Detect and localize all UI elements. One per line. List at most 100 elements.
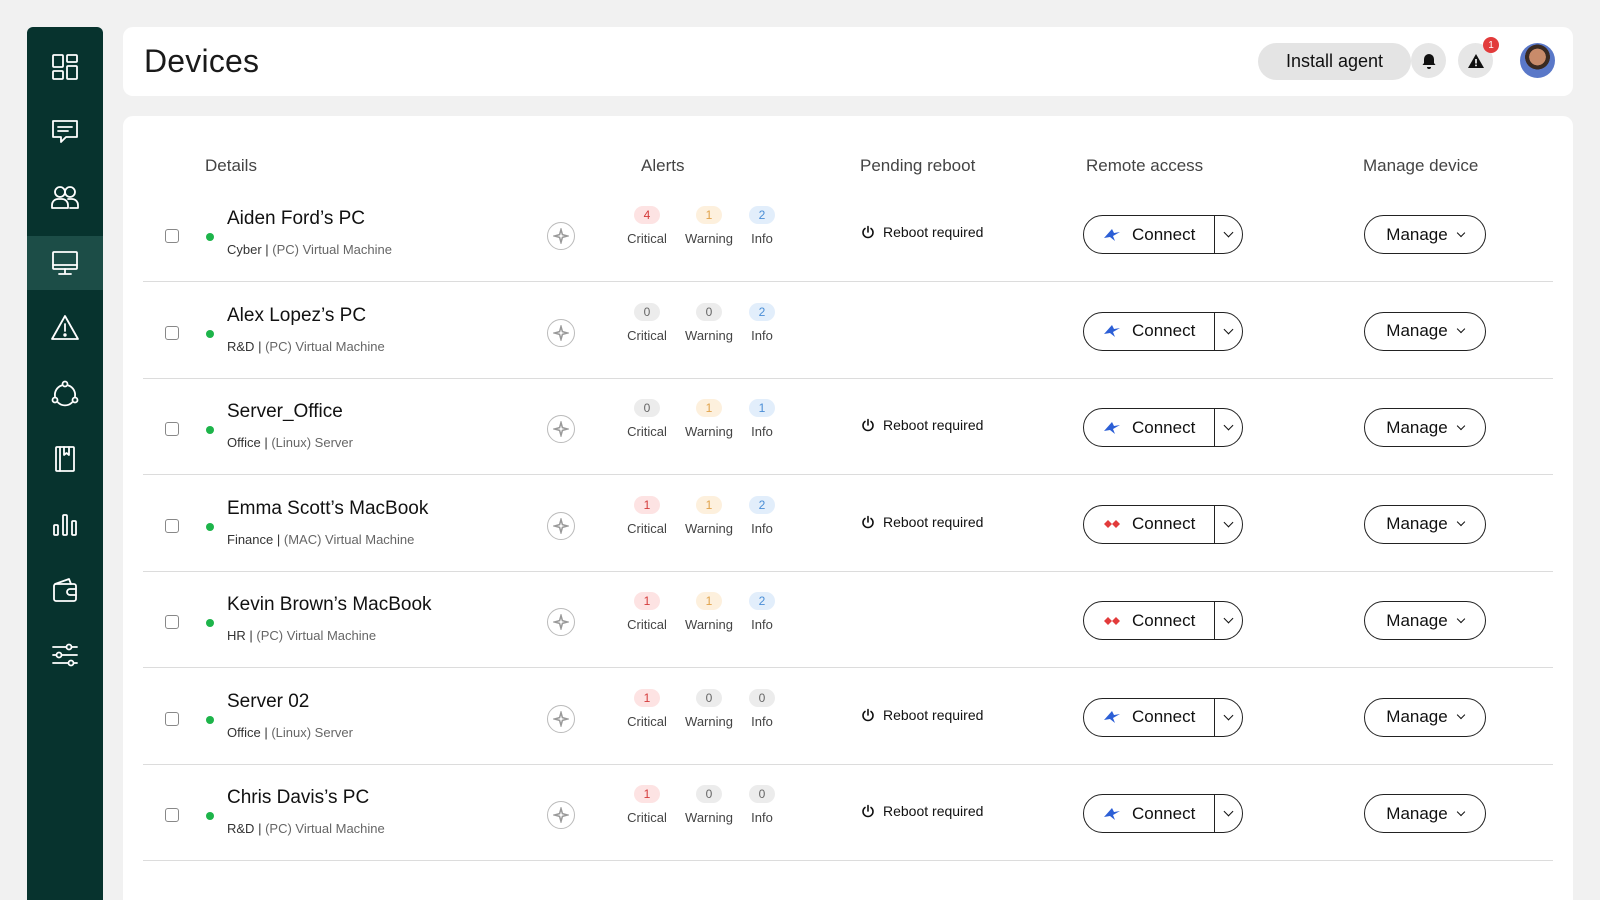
manage-button[interactable]: Manage bbox=[1364, 794, 1486, 833]
alert-warning: 1 Warning bbox=[679, 206, 739, 246]
connect-button[interactable]: Connect bbox=[1084, 216, 1214, 253]
ai-assist-button[interactable] bbox=[547, 801, 575, 829]
sidebar-item-dashboard[interactable] bbox=[27, 40, 103, 94]
sparkle-icon bbox=[553, 614, 569, 630]
connect-dropdown-button[interactable] bbox=[1214, 505, 1242, 543]
connect-button[interactable]: Connect bbox=[1084, 409, 1214, 446]
critical-count: 1 bbox=[634, 592, 660, 610]
sidebar-item-network[interactable] bbox=[27, 367, 103, 421]
bar-chart-icon bbox=[53, 514, 77, 536]
power-icon bbox=[862, 418, 874, 432]
connect-dropdown-button[interactable] bbox=[1214, 795, 1242, 832]
row-checkbox[interactable] bbox=[165, 518, 179, 533]
ai-assist-button[interactable] bbox=[547, 318, 575, 347]
ai-assist-button[interactable] bbox=[547, 704, 575, 733]
ai-assist-button[interactable] bbox=[547, 222, 575, 250]
device-group: Cyber bbox=[227, 242, 262, 257]
warning-label: Warning bbox=[685, 520, 733, 536]
manage-button[interactable]: Manage bbox=[1364, 504, 1486, 544]
info-label: Info bbox=[751, 327, 773, 343]
remote-access-icon bbox=[1104, 325, 1120, 337]
sidebar-item-reports[interactable] bbox=[27, 497, 103, 551]
device-group: Office bbox=[227, 435, 261, 450]
reboot-label: Reboot required bbox=[883, 224, 984, 240]
connect-dropdown-button[interactable] bbox=[1214, 698, 1242, 736]
row-checkbox[interactable] bbox=[165, 711, 179, 726]
connect-button[interactable]: Connect bbox=[1084, 313, 1214, 350]
ai-assist-button[interactable] bbox=[547, 608, 575, 636]
device-group: Office bbox=[227, 724, 261, 740]
sidebar-item-docs[interactable] bbox=[27, 432, 103, 486]
chevron-down-icon bbox=[1456, 807, 1465, 816]
sidebar-item-messages[interactable] bbox=[27, 105, 103, 159]
sidebar-item-devices[interactable] bbox=[27, 236, 103, 290]
row-checkbox[interactable] bbox=[165, 325, 179, 340]
remote-access-icon bbox=[1104, 520, 1120, 528]
connect-split-button: Connect bbox=[1083, 697, 1243, 737]
chevron-down-icon bbox=[1456, 421, 1465, 430]
power-icon bbox=[862, 225, 874, 239]
ai-assist-button[interactable] bbox=[547, 511, 575, 540]
ai-assist-button[interactable] bbox=[547, 415, 575, 443]
critical-label: Critical bbox=[627, 520, 667, 536]
info-count: 2 bbox=[749, 495, 775, 514]
info-label: Info bbox=[751, 424, 773, 439]
alert-info: 2 Info bbox=[732, 302, 792, 343]
sidebar-item-billing[interactable] bbox=[27, 563, 103, 617]
sidebar-item-users[interactable] bbox=[27, 170, 103, 224]
connect-dropdown-button[interactable] bbox=[1214, 312, 1242, 350]
device-name: Server 02 bbox=[227, 690, 310, 712]
sidebar-item-settings[interactable] bbox=[27, 628, 103, 682]
connect-button[interactable]: Connect bbox=[1084, 795, 1214, 832]
device-details: R&D | (PC) Virtual Machine bbox=[227, 821, 385, 836]
chevron-down-icon bbox=[1456, 517, 1465, 527]
connect-split-button: Connect bbox=[1083, 601, 1243, 640]
alerts-button[interactable]: 1 bbox=[1458, 37, 1499, 78]
alert-warning: 0 Warning bbox=[679, 688, 739, 729]
status-online-dot bbox=[206, 715, 214, 724]
alert-info: 0 Info bbox=[732, 785, 792, 825]
warning-count: 1 bbox=[696, 592, 722, 610]
reboot-label: Reboot required bbox=[883, 417, 984, 433]
alert-warning: 1 Warning bbox=[679, 399, 739, 439]
device-details: Office | (Linux) Server bbox=[227, 435, 353, 450]
sidebar-item-alerts[interactable] bbox=[27, 301, 103, 355]
column-header-manage-device: Manage device bbox=[1363, 156, 1479, 175]
chevron-down-icon bbox=[1456, 614, 1465, 623]
page-title: Devices bbox=[144, 43, 260, 79]
connect-dropdown-button[interactable] bbox=[1214, 602, 1242, 639]
manage-button[interactable]: Manage bbox=[1364, 601, 1486, 640]
network-icon bbox=[51, 380, 79, 407]
connect-dropdown-button[interactable] bbox=[1214, 409, 1242, 446]
status-online-dot bbox=[206, 426, 214, 434]
install-agent-button[interactable]: Install agent bbox=[1258, 43, 1411, 80]
manage-button[interactable]: Manage bbox=[1364, 408, 1486, 447]
pending-reboot: Reboot required bbox=[861, 417, 983, 433]
manage-button[interactable]: Manage bbox=[1364, 311, 1486, 351]
connect-button[interactable]: Connect bbox=[1084, 699, 1214, 736]
row-checkbox[interactable] bbox=[165, 229, 179, 243]
alert-info: 2 Info bbox=[732, 206, 792, 246]
dashboard-icon bbox=[52, 54, 78, 80]
notifications-button[interactable] bbox=[1411, 43, 1446, 78]
device-group: R&D bbox=[227, 338, 255, 354]
row-checkbox[interactable] bbox=[165, 422, 179, 436]
alert-critical: 1 Critical bbox=[617, 785, 677, 825]
device-type: (PC) Virtual Machine bbox=[272, 242, 392, 257]
warning-count: 0 bbox=[696, 302, 722, 321]
row-checkbox[interactable] bbox=[165, 615, 179, 629]
alert-critical: 1 Critical bbox=[617, 592, 677, 632]
connect-label: Connect bbox=[1132, 707, 1196, 726]
manage-button[interactable]: Manage bbox=[1364, 215, 1486, 254]
connect-button[interactable]: Connect bbox=[1084, 506, 1214, 543]
connect-button[interactable]: Connect bbox=[1084, 602, 1214, 639]
chevron-down-icon bbox=[1223, 710, 1234, 720]
chevron-down-icon bbox=[1223, 613, 1234, 624]
connect-dropdown-button[interactable] bbox=[1214, 216, 1242, 253]
manage-button[interactable]: Manage bbox=[1364, 697, 1486, 737]
chevron-down-icon bbox=[1456, 228, 1465, 237]
alert-triangle-icon bbox=[1467, 53, 1484, 68]
device-type: (Linux) Server bbox=[271, 435, 353, 450]
row-checkbox[interactable] bbox=[165, 808, 179, 822]
avatar[interactable] bbox=[1520, 43, 1555, 78]
